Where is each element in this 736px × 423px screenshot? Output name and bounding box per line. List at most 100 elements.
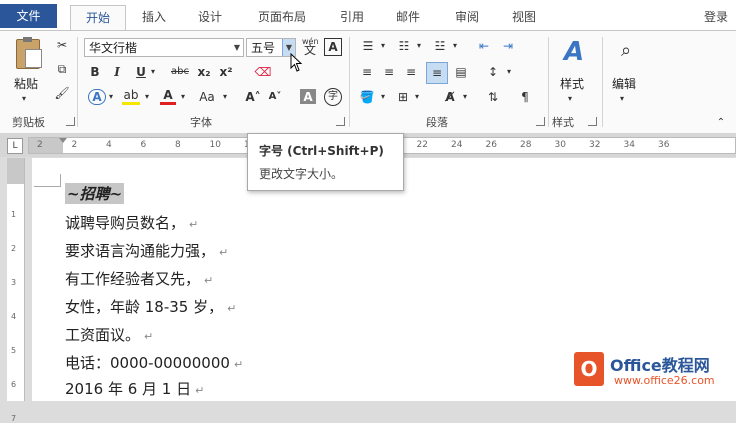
align-left-icon[interactable]: ≡ bbox=[358, 64, 376, 80]
tab-review[interactable]: 审阅 bbox=[442, 5, 492, 30]
font-size-combo[interactable]: 五号 ▼ bbox=[246, 38, 296, 57]
numbering-icon[interactable]: ☷ bbox=[394, 38, 414, 54]
document-page[interactable]: ~招聘~ 诚聘导购员数名， ↵ 要求语言沟通能力强， ↵ 有工作经验者又先， ↵ 女性… bbox=[32, 158, 736, 401]
document-heading[interactable]: ~招聘~ bbox=[65, 183, 125, 204]
ruler-number: 2 bbox=[11, 244, 17, 253]
show-marks-icon[interactable]: ¶ bbox=[516, 89, 534, 105]
tab-selector-button[interactable]: L bbox=[7, 138, 23, 154]
decrease-indent-icon[interactable]: ⇤ bbox=[474, 38, 494, 54]
ruler-number: 24 bbox=[451, 140, 463, 150]
chevron-down-icon[interactable]: ▾ bbox=[414, 38, 424, 54]
tab-file[interactable]: 文件 bbox=[0, 4, 57, 28]
tab-home[interactable]: 开始 bbox=[70, 5, 126, 31]
line-text: 工资面议。 bbox=[65, 326, 141, 344]
chevron-down-icon[interactable]: ▾ bbox=[378, 89, 388, 105]
chevron-down-icon[interactable]: ▾ bbox=[504, 64, 514, 80]
tab-view[interactable]: 视图 bbox=[500, 5, 548, 30]
chevron-down-icon[interactable]: ▾ bbox=[450, 38, 460, 54]
paste-button[interactable]: 粘贴 ▾ bbox=[10, 37, 44, 103]
mouse-cursor-icon bbox=[290, 53, 303, 72]
document-line[interactable]: 电话：0000-00000000 ↵ bbox=[65, 352, 243, 373]
bold-button[interactable]: B bbox=[88, 64, 102, 80]
chevron-down-icon[interactable]: ▾ bbox=[142, 89, 152, 105]
font-size-value: 五号 bbox=[251, 41, 276, 55]
change-case-button[interactable]: Aa bbox=[196, 89, 218, 105]
paragraph-launcher-icon[interactable] bbox=[536, 117, 545, 126]
ruler-number: 4 bbox=[11, 312, 17, 321]
strikethrough-button[interactable]: abc bbox=[168, 64, 192, 80]
clear-formatting-icon[interactable]: ⌫ bbox=[254, 64, 272, 80]
superscript-button[interactable]: x² bbox=[218, 64, 234, 80]
grow-font-button[interactable]: A˄ bbox=[244, 89, 262, 105]
tab-layout[interactable]: 页面布局 bbox=[246, 5, 318, 30]
line-text: 2016 年 6 月 1 日 bbox=[65, 380, 192, 398]
subscript-button[interactable]: x₂ bbox=[196, 64, 212, 80]
styles-button[interactable]: A 样式 ▾ bbox=[556, 37, 592, 105]
line-text: 诚聘导购员数名， bbox=[65, 214, 186, 232]
increase-indent-icon[interactable]: ⇥ bbox=[498, 38, 518, 54]
editing-button[interactable]: ⌕ 编辑 ▾ bbox=[608, 37, 644, 105]
align-right-icon[interactable]: ≡ bbox=[402, 64, 420, 80]
distributed-icon[interactable]: ▤ bbox=[452, 64, 470, 80]
bullets-icon[interactable]: ☰ bbox=[358, 38, 378, 54]
vertical-ruler[interactable]: 1 2 3 4 5 6 7 bbox=[7, 158, 25, 423]
shading-icon[interactable]: 🪣 bbox=[358, 89, 376, 105]
styles-launcher-icon[interactable] bbox=[588, 117, 597, 126]
format-painter-icon[interactable]: 🖌 bbox=[54, 85, 70, 101]
font-color-icon[interactable]: A bbox=[160, 87, 176, 105]
chevron-down-icon[interactable]: ▾ bbox=[178, 89, 188, 105]
chevron-down-icon: ▾ bbox=[22, 94, 27, 103]
underline-button[interactable]: U bbox=[134, 64, 148, 80]
tab-design[interactable]: 设计 bbox=[186, 5, 234, 30]
collapse-ribbon-icon[interactable]: ⌃ bbox=[714, 115, 728, 131]
document-line[interactable]: 2016 年 6 月 1 日 ↵ bbox=[65, 378, 204, 399]
copy-icon[interactable]: ⧉ bbox=[54, 61, 70, 77]
italic-button[interactable]: I bbox=[110, 64, 124, 80]
ruler-number: 5 bbox=[11, 346, 17, 355]
align-center-icon[interactable]: ≡ bbox=[380, 64, 398, 80]
font-name-combo[interactable]: 华文行楷 ▼ bbox=[84, 38, 244, 57]
paragraph-mark-icon: ↵ bbox=[227, 302, 237, 315]
document-line[interactable]: 工资面议。 ↵ bbox=[65, 324, 153, 345]
sort-icon[interactable]: ⇅ bbox=[484, 89, 502, 105]
tab-insert[interactable]: 插入 bbox=[130, 5, 178, 30]
paragraph-mark-icon: ↵ bbox=[219, 246, 229, 259]
document-line[interactable]: 有工作经验者又先， ↵ bbox=[65, 268, 213, 289]
paragraph-mark-icon: ↵ bbox=[195, 384, 205, 397]
styles-label: 样式 bbox=[560, 77, 585, 91]
multilevel-list-icon[interactable]: ☳ bbox=[430, 38, 450, 54]
chinese-layout-icon[interactable]: A̸ bbox=[440, 89, 460, 105]
cut-icon[interactable]: ✂ bbox=[54, 37, 70, 53]
chevron-down-icon[interactable]: ▾ bbox=[148, 64, 158, 80]
borders-icon[interactable]: ⊞ bbox=[394, 89, 412, 105]
char-border-icon[interactable]: A bbox=[324, 38, 342, 56]
enclose-char-icon[interactable]: 字 bbox=[324, 88, 342, 106]
chevron-down-icon[interactable]: ▾ bbox=[220, 89, 230, 105]
font-launcher-icon[interactable] bbox=[336, 117, 345, 126]
chevron-down-icon[interactable]: ▾ bbox=[378, 38, 388, 54]
chevron-down-icon[interactable]: ▾ bbox=[412, 89, 422, 105]
clipboard-group-label: 剪贴板 bbox=[12, 116, 45, 129]
text-effects-icon[interactable]: A bbox=[88, 89, 106, 105]
clipboard-launcher-icon[interactable] bbox=[66, 117, 75, 126]
indent-marker-icon[interactable] bbox=[59, 138, 67, 143]
ruler-number: 3 bbox=[11, 278, 17, 287]
ruler-number: 34 bbox=[623, 140, 635, 150]
char-shading-icon[interactable]: A bbox=[300, 89, 316, 104]
phonetic-guide-icon[interactable]: wén 文 bbox=[302, 37, 319, 56]
tab-references[interactable]: 引用 bbox=[330, 5, 374, 30]
ruler-number: 32 bbox=[589, 140, 601, 150]
highlight-icon[interactable]: ab bbox=[122, 87, 140, 105]
line-spacing-icon[interactable]: ↕ bbox=[484, 64, 502, 80]
document-line[interactable]: 要求语言沟通能力强， ↵ bbox=[65, 240, 228, 261]
justify-icon[interactable]: ≡ bbox=[426, 62, 448, 84]
document-line[interactable]: 诚聘导购员数名， ↵ bbox=[65, 212, 198, 233]
chevron-down-icon[interactable]: ▾ bbox=[106, 89, 116, 105]
chevron-down-icon[interactable]: ▾ bbox=[460, 89, 470, 105]
chevron-down-icon[interactable]: ▼ bbox=[231, 39, 243, 56]
signin-link[interactable]: 登录 bbox=[704, 5, 736, 30]
ruler-number: 26 bbox=[485, 140, 497, 150]
document-line[interactable]: 女性，年龄 18-35 岁， ↵ bbox=[65, 296, 236, 317]
tab-mailings[interactable]: 邮件 bbox=[386, 5, 430, 30]
shrink-font-button[interactable]: A˅ bbox=[266, 89, 284, 105]
